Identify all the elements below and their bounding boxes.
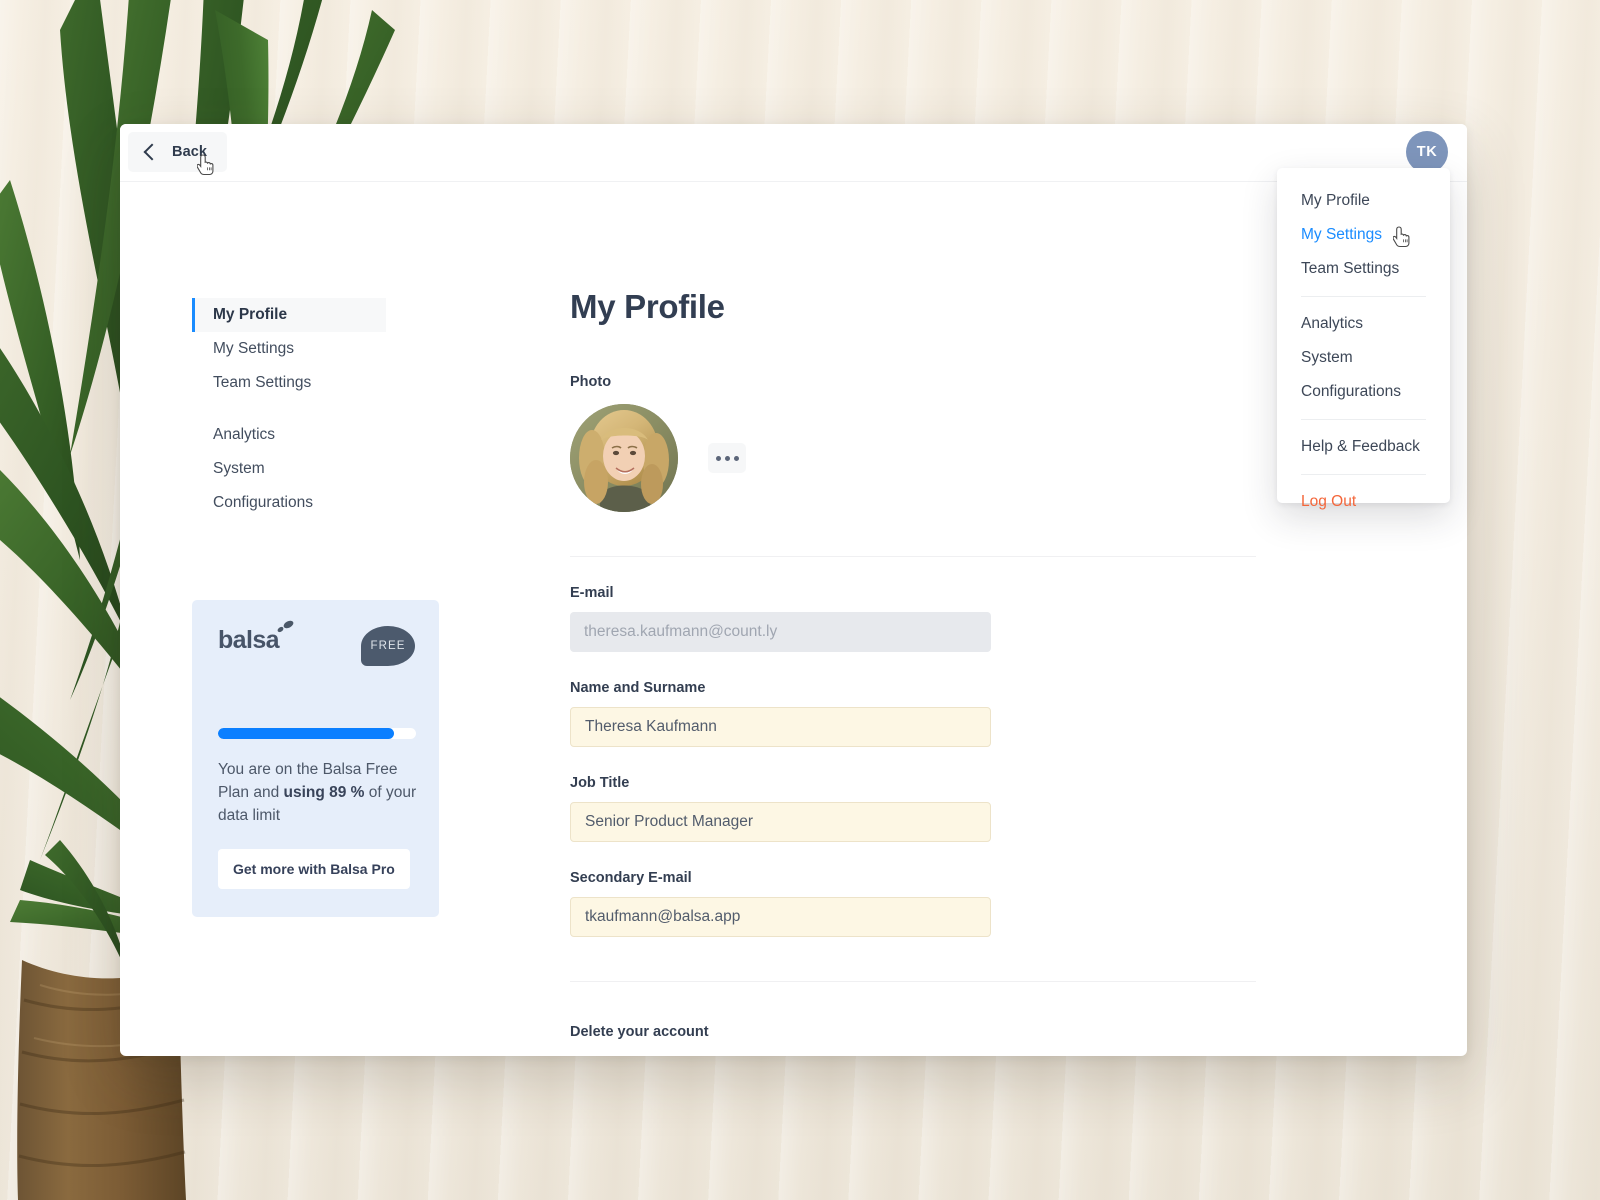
get-balsa-pro-label: Get more with Balsa Pro bbox=[233, 861, 395, 877]
job-title-input[interactable]: Senior Product Manager bbox=[570, 802, 991, 842]
menu-separator bbox=[1301, 296, 1426, 297]
free-plan-badge-label: FREE bbox=[370, 640, 406, 652]
name-input[interactable]: Theresa Kaufmann bbox=[570, 707, 991, 747]
sidebar: My Profile My Settings Team Settings Ana… bbox=[120, 182, 570, 1056]
menu-separator bbox=[1301, 419, 1426, 420]
sidebar-item-label: Analytics bbox=[213, 426, 276, 443]
sidebar-item-system[interactable]: System bbox=[192, 452, 386, 486]
menu-item-configurations[interactable]: Configurations bbox=[1277, 375, 1450, 409]
menu-item-label: Log Out bbox=[1301, 493, 1357, 510]
ellipsis-icon-dot bbox=[724, 455, 730, 461]
menu-item-label: Help & Feedback bbox=[1301, 438, 1420, 455]
field-email-label: E-mail bbox=[570, 585, 614, 601]
avatar[interactable]: TK bbox=[1406, 131, 1448, 173]
chevron-left-icon bbox=[142, 144, 158, 160]
menu-item-my-profile[interactable]: My Profile bbox=[1277, 184, 1450, 218]
field-secondary-email: Secondary E-mail tkaufmann@balsa.app bbox=[570, 870, 991, 937]
delete-account-title: Delete your account bbox=[570, 1024, 709, 1040]
sidebar-primary-nav: My Profile My Settings Team Settings bbox=[192, 298, 570, 400]
menu-item-system[interactable]: System bbox=[1277, 341, 1450, 375]
plan-card-header: balsa FREE bbox=[218, 620, 415, 670]
plan-upgrade-card: balsa FREE You are on the Balsa Free Pla… bbox=[192, 600, 439, 917]
page-title: My Profile bbox=[570, 288, 725, 325]
ellipsis-icon-dot bbox=[715, 455, 721, 461]
delete-account-section: Delete your account It is possible to de… bbox=[570, 1024, 1330, 1056]
plan-usage-value: using 89 % bbox=[283, 784, 365, 801]
sidebar-item-configurations[interactable]: Configurations bbox=[192, 486, 386, 520]
sidebar-secondary-nav: Analytics System Configurations bbox=[192, 418, 570, 520]
field-secondary-email-label: Secondary E-mail bbox=[570, 870, 692, 886]
main-panel: My Profile Photo E-mail theresa.kaufmann… bbox=[570, 182, 1330, 1056]
back-button[interactable]: Back bbox=[128, 132, 228, 172]
data-usage-progress-fill bbox=[218, 728, 395, 739]
ellipsis-icon-dot bbox=[733, 455, 739, 461]
menu-item-my-settings[interactable]: My Settings bbox=[1277, 218, 1450, 252]
top-bar: Back TK bbox=[120, 124, 1467, 182]
photo-label: Photo bbox=[570, 374, 612, 390]
sidebar-item-label: System bbox=[213, 460, 265, 477]
menu-item-help-feedback[interactable]: Help & Feedback bbox=[1277, 430, 1450, 464]
field-email: E-mail theresa.kaufmann@count.ly bbox=[570, 585, 991, 652]
section-divider bbox=[570, 556, 1256, 557]
menu-item-log-out[interactable]: Log Out bbox=[1277, 485, 1450, 519]
email-input[interactable]: theresa.kaufmann@count.ly bbox=[570, 612, 991, 652]
balsa-wordmark: balsa bbox=[218, 626, 280, 654]
job-title-input-value: Senior Product Manager bbox=[585, 813, 754, 830]
menu-item-label: Configurations bbox=[1301, 383, 1401, 400]
menu-item-label: My Settings bbox=[1301, 226, 1382, 243]
secondary-email-input[interactable]: tkaufmann@balsa.app bbox=[570, 897, 991, 937]
menu-separator bbox=[1301, 474, 1426, 475]
email-input-value: theresa.kaufmann@count.ly bbox=[584, 623, 778, 640]
avatar-initials: TK bbox=[1416, 144, 1438, 160]
get-balsa-pro-button[interactable]: Get more with Balsa Pro bbox=[218, 849, 410, 889]
secondary-email-input-value: tkaufmann@balsa.app bbox=[585, 908, 741, 925]
content-area: My Profile My Settings Team Settings Ana… bbox=[120, 182, 1467, 1056]
field-name-label: Name and Surname bbox=[570, 680, 706, 696]
profile-photo-image bbox=[570, 404, 678, 512]
app-window: Back TK My Profile My Settings Team Sett… bbox=[120, 124, 1467, 1056]
sidebar-item-team-settings[interactable]: Team Settings bbox=[192, 366, 386, 400]
sidebar-item-label: My Settings bbox=[213, 340, 294, 357]
sidebar-item-my-settings[interactable]: My Settings bbox=[192, 332, 386, 366]
free-plan-badge: FREE bbox=[361, 626, 415, 666]
user-dropdown-menu: My Profile My Settings Team Settings Ana… bbox=[1277, 168, 1450, 510]
field-name: Name and Surname Theresa Kaufmann bbox=[570, 680, 991, 747]
menu-item-analytics[interactable]: Analytics bbox=[1277, 307, 1450, 341]
name-input-value: Theresa Kaufmann bbox=[585, 718, 717, 735]
sidebar-item-my-profile[interactable]: My Profile bbox=[192, 298, 386, 332]
menu-item-team-settings[interactable]: Team Settings bbox=[1277, 252, 1450, 286]
field-job-title-label: Job Title bbox=[570, 775, 630, 791]
sidebar-divider-gap bbox=[192, 400, 570, 418]
plan-description: You are on the Balsa Free Plan and using… bbox=[218, 758, 418, 827]
menu-item-label: Analytics bbox=[1301, 315, 1364, 332]
data-usage-progressbar bbox=[218, 728, 416, 739]
delete-account-copy: It is possible to delete your account, b… bbox=[570, 1054, 1330, 1056]
sidebar-item-label: Configurations bbox=[213, 494, 313, 511]
photo-options-button[interactable] bbox=[708, 443, 746, 473]
sidebar-item-label: Team Settings bbox=[213, 374, 312, 391]
sidebar-item-analytics[interactable]: Analytics bbox=[192, 418, 386, 452]
balsa-logo: balsa bbox=[218, 620, 294, 655]
menu-item-label: Team Settings bbox=[1301, 260, 1400, 277]
sidebar-item-label: My Profile bbox=[213, 306, 288, 323]
back-button-label: Back bbox=[172, 144, 208, 160]
menu-item-label: My Profile bbox=[1301, 192, 1370, 209]
menu-item-label: System bbox=[1301, 349, 1353, 366]
photo-row bbox=[570, 404, 1330, 512]
photo-section: Photo bbox=[570, 374, 1330, 512]
leaf-icon bbox=[277, 620, 294, 633]
profile-photo[interactable] bbox=[570, 404, 678, 512]
section-divider-bottom bbox=[570, 981, 1256, 982]
field-job-title: Job Title Senior Product Manager bbox=[570, 775, 991, 842]
